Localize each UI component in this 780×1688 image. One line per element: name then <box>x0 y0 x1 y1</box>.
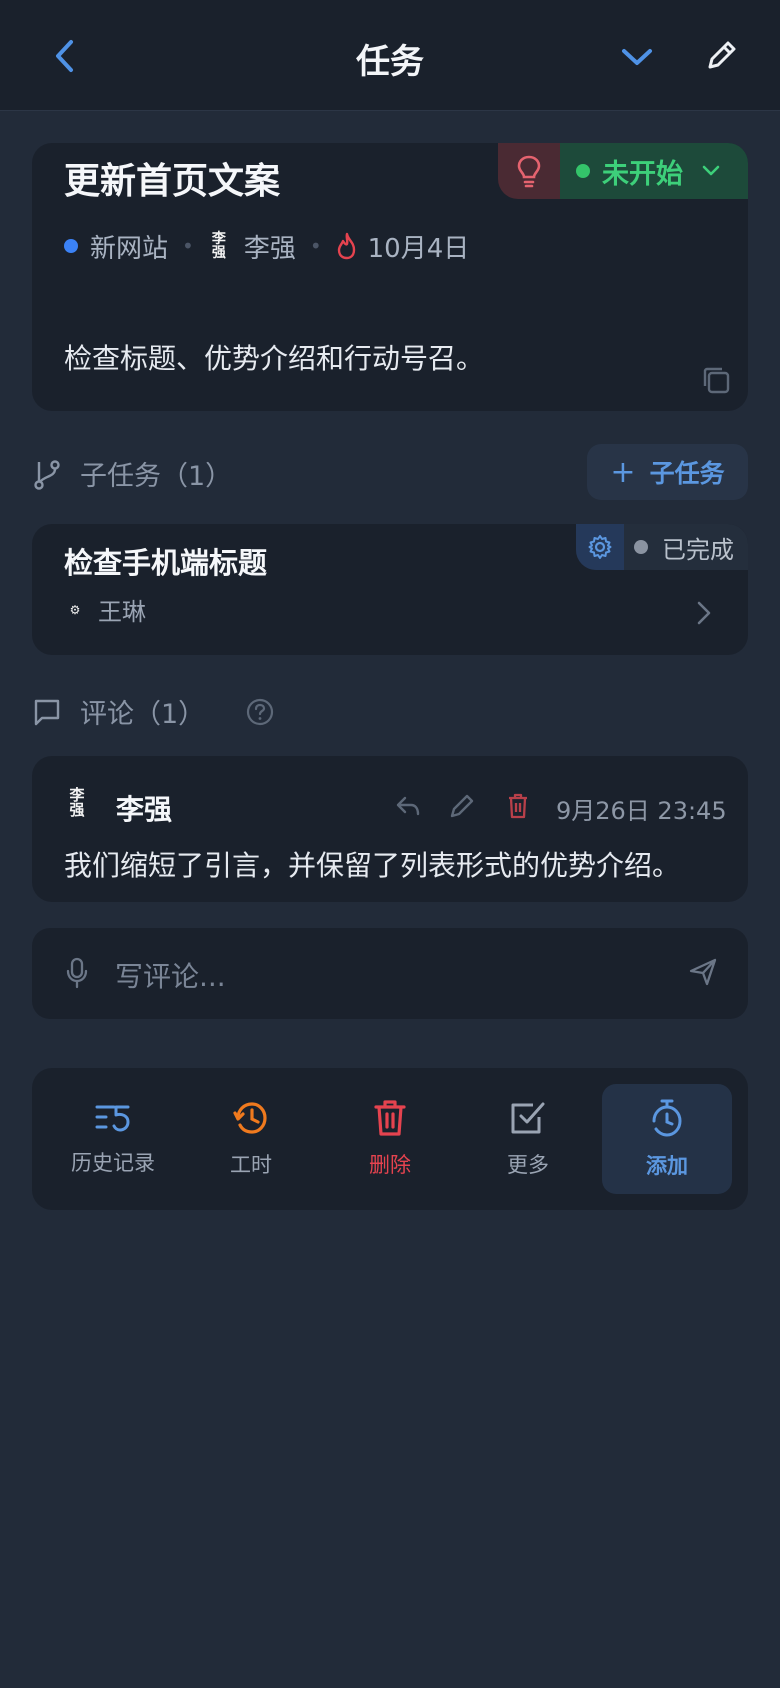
delete-task-button[interactable]: 删除 <box>325 1084 455 1194</box>
voice-input-button[interactable] <box>62 955 92 991</box>
subtask-status-label: 已完成 <box>662 535 734 564</box>
status-dropdown[interactable]: 未开始 <box>560 143 748 199</box>
subtasks-label: 子任务（1） <box>80 461 233 492</box>
avatar-text: 李 强 <box>69 786 85 819</box>
history-label: 历史记录 <box>71 1151 155 1175</box>
status-dot <box>576 164 590 178</box>
time-log-label: 工时 <box>230 1153 272 1177</box>
comment-timestamp: 9月26日 23:45 <box>556 797 727 825</box>
timer-icon <box>652 1099 682 1137</box>
copy-icon <box>703 367 730 394</box>
project-dot <box>64 239 78 253</box>
priority-button[interactable] <box>498 143 560 199</box>
history-list-icon <box>95 1105 130 1132</box>
avatar: 李 强 <box>211 231 226 261</box>
branch-icon <box>34 459 60 490</box>
delete-comment-button[interactable] <box>502 790 534 822</box>
send-button[interactable] <box>686 955 720 989</box>
chevron-right-icon <box>697 601 711 625</box>
task-title: 更新首页文案 <box>64 161 281 202</box>
subtask-assignee-name: 王琳 <box>98 598 146 626</box>
subtask-title: 检查手机端标题 <box>64 546 268 580</box>
separator: • <box>309 234 322 258</box>
add-subtask-button[interactable]: + 子任务 <box>587 444 748 500</box>
status-label: 未开始 <box>602 158 683 190</box>
collapse-button[interactable] <box>616 36 658 78</box>
comment-input[interactable]: 写评论... <box>115 955 226 995</box>
assignee-name[interactable]: 李强 <box>244 228 296 265</box>
due-date[interactable]: 10月4日 <box>368 228 470 265</box>
trash-icon <box>374 1100 406 1136</box>
copy-button[interactable] <box>698 362 734 398</box>
edit-task-button[interactable] <box>700 34 742 78</box>
flame-icon <box>337 232 355 260</box>
pencil-icon <box>708 41 736 69</box>
task-description: 检查标题、优势介绍和行动号召。 <box>64 342 485 375</box>
pencil-icon <box>450 794 474 818</box>
chevron-down-icon <box>702 165 720 176</box>
subtask-settings-button[interactable] <box>576 524 624 570</box>
project-name[interactable]: 新网站 <box>90 228 168 265</box>
open-subtask-button[interactable] <box>692 598 716 628</box>
status-dot <box>634 540 648 554</box>
time-history-icon <box>233 1102 267 1134</box>
comments-label: 评论（1） <box>80 699 206 730</box>
more-button[interactable]: 更多 <box>463 1084 593 1194</box>
delete-label: 删除 <box>369 1153 411 1177</box>
task-status-control[interactable]: 未开始 <box>498 143 748 199</box>
subtask-status[interactable]: 已完成 <box>576 524 748 570</box>
history-button[interactable]: 历史记录 <box>48 1084 178 1194</box>
subtasks-header: 子任务（1） <box>32 454 232 493</box>
avatar: ⚙ <box>69 602 81 617</box>
gear-icon <box>588 535 612 559</box>
lightbulb-icon <box>517 155 541 188</box>
reply-icon <box>396 796 420 816</box>
add-timer-label: 添加 <box>646 1154 688 1178</box>
separator: • <box>182 234 194 258</box>
comment-icon <box>34 699 60 725</box>
reply-button[interactable] <box>392 790 424 822</box>
avatar: 李 强 <box>66 788 88 819</box>
add-timer-button[interactable]: 添加 <box>602 1084 732 1194</box>
more-label: 更多 <box>507 1153 549 1177</box>
comment-author: 李强 <box>116 793 173 826</box>
task-meta: 新网站 • 李 强 李强 • 10月4日 <box>64 228 469 264</box>
edit-comment-button[interactable] <box>446 790 478 822</box>
trash-icon <box>509 793 527 819</box>
microphone-icon <box>66 957 88 989</box>
add-subtask-label: 子任务 <box>649 459 725 488</box>
page-title: 任务 <box>356 42 424 82</box>
comments-header: 评论（1） <box>32 692 275 731</box>
checkbox-icon <box>511 1102 545 1134</box>
plus-icon: + <box>610 454 636 490</box>
help-icon[interactable] <box>245 697 275 727</box>
subtask-assignee: ⚙ 王琳 <box>64 592 146 627</box>
time-log-button[interactable]: 工时 <box>186 1084 316 1194</box>
chevron-down-icon <box>622 49 652 65</box>
send-icon <box>689 958 717 986</box>
comment-text: 我们缩短了引言，并保留了列表形式的优势介绍。 <box>64 849 681 882</box>
